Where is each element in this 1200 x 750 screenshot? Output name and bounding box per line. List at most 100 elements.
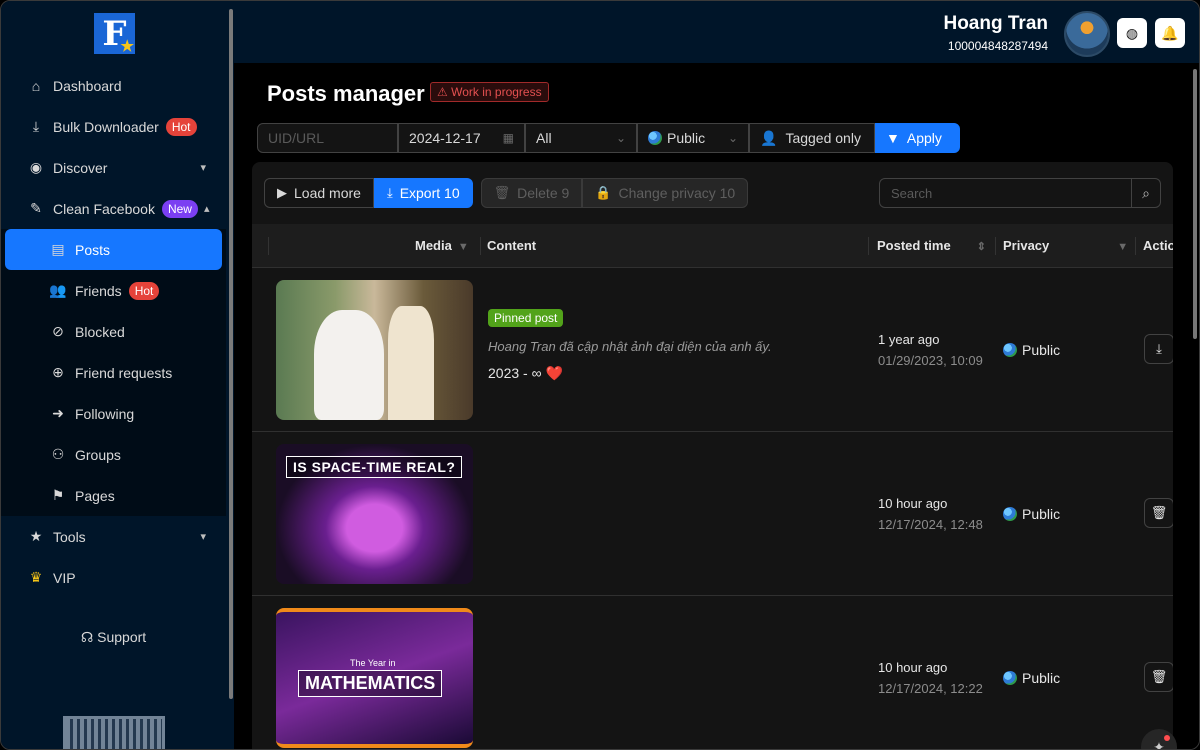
sidebar-item-label: Following <box>75 405 135 422</box>
main-scrollbar[interactable] <box>1193 69 1197 339</box>
post-text-value: 2023 - ∞ <box>488 365 542 381</box>
posted-relative: 10 hour ago <box>878 660 948 675</box>
sidebar-item-friends[interactable]: 👥 Friends Hot <box>1 270 226 311</box>
flag-icon: ⚑ <box>51 487 65 503</box>
apply-label: Apply <box>906 130 942 146</box>
change-privacy-button[interactable]: 🔒 Change privacy 10 <box>582 178 749 208</box>
pinned-badge: Pinned post <box>488 309 564 327</box>
sort-icon[interactable]: ⇕ <box>977 241 986 253</box>
broom-icon: ✎ <box>30 200 42 216</box>
export-button[interactable]: ⤓ Export 10 <box>373 178 473 208</box>
apply-button[interactable]: ▼ Apply <box>875 123 960 153</box>
post-text: 2023 - ∞ ❤️ <box>488 365 563 382</box>
sidebar-item-label: Posts <box>75 241 111 258</box>
avatar[interactable] <box>1064 11 1110 57</box>
delete-row-button[interactable]: 🗑 <box>1144 662 1173 692</box>
app-logo[interactable]: F ★ <box>94 13 135 55</box>
load-more-button[interactable]: ▶ Load more <box>264 178 374 208</box>
sidebar-item-dashboard[interactable]: ⌂ Dashboard <box>1 65 226 106</box>
post-thumbnail[interactable]: IS SPACE-TIME REAL? <box>276 444 473 584</box>
posted-relative: 1 year ago <box>878 332 940 347</box>
language-button[interactable]: ◍ <box>1117 18 1147 48</box>
posts-icon: ▤ <box>51 241 65 257</box>
globe-icon: ◍ <box>1125 24 1139 41</box>
tagged-only-toggle[interactable]: 👤 Tagged only <box>749 123 875 153</box>
type-select[interactable]: All ⌄ <box>525 123 637 153</box>
globe-icon <box>1003 343 1017 357</box>
privacy-select[interactable]: Public ⌄ <box>637 123 749 153</box>
post-caption: Hoang Tran đã cập nhật ảnh đại diện của … <box>488 339 772 354</box>
search-button[interactable]: ⌕ <box>1131 179 1160 207</box>
support-label: Support <box>97 629 147 645</box>
eye-icon: ◉ <box>29 159 43 175</box>
heart-emoji: ❤️ <box>545 365 563 381</box>
search-input[interactable]: Search ⌕ <box>879 178 1161 208</box>
delete-button[interactable]: 🗑 Delete 9 <box>480 178 583 208</box>
export-label: Export 10 <box>399 185 460 201</box>
sidebar-item-tools[interactable]: ★ Tools ▾ <box>1 516 226 557</box>
posted-absolute: 12/17/2024, 12:22 <box>878 681 983 696</box>
chevron-down-icon: ▾ <box>200 162 206 174</box>
posted-relative: 10 hour ago <box>878 496 948 511</box>
qr-code <box>63 716 165 749</box>
home-icon: ⌂ <box>31 77 41 94</box>
thumbnail-title: MATHEMATICS <box>298 670 443 697</box>
notification-dot <box>1164 735 1170 741</box>
uid-url-input[interactable]: UID/URL <box>257 123 398 153</box>
search-placeholder: Search <box>891 186 933 201</box>
delete-row-button[interactable]: 🗑 <box>1144 498 1173 528</box>
column-media-label: Media <box>415 238 452 253</box>
notifications-button[interactable]: 🔔 <box>1155 18 1185 48</box>
sidebar-item-groups[interactable]: ⚇ Groups <box>1 434 226 475</box>
post-thumbnail[interactable] <box>276 280 473 420</box>
crown-icon: ♛ <box>29 569 43 585</box>
sidebar-item-pages[interactable]: ⚑ Pages <box>1 475 226 516</box>
sidebar-item-friend-requests[interactable]: ⊕ Friend requests <box>1 352 226 393</box>
star-icon: ★ <box>29 528 43 544</box>
top-header: Hoang Tran 100004848287494 ◍ 🔔 <box>234 1 1199 63</box>
trash-icon: 🗑 <box>493 185 511 200</box>
filter-bar: UID/URL 2024-12-17 ▦ All ⌄ Public ⌄ 👤 Ta… <box>257 123 960 153</box>
posted-absolute: 01/29/2023, 10:09 <box>878 353 983 368</box>
tagged-label: Tagged only <box>785 130 861 146</box>
sidebar-item-label: Tools <box>53 528 86 545</box>
filter-icon[interactable]: ▼ <box>458 241 469 253</box>
chevron-up-icon: ▴ <box>203 203 210 215</box>
lock-icon: 🔒 <box>595 185 612 200</box>
posted-time: 10 hour ago 12/17/2024, 12:48 <box>878 496 983 532</box>
sidebar-item-discover[interactable]: ◉ Discover ▾ <box>1 147 226 188</box>
calendar-icon: ▦ <box>502 131 514 145</box>
sidebar-item-clean-facebook[interactable]: ✎ Clean Facebook New ▴ <box>1 188 226 229</box>
post-thumbnail[interactable]: The Year in MATHEMATICS <box>276 608 473 748</box>
user-tag-icon: 👤 <box>760 129 778 146</box>
column-content: Content <box>487 238 537 253</box>
sidebar-item-label: Bulk Downloader <box>53 118 159 135</box>
star-icon: ★ <box>120 37 134 55</box>
date-picker[interactable]: 2024-12-17 ▦ <box>398 123 525 153</box>
sidebar: F ★ ⌂ Dashboard ⤓ Bulk Downloader Hot ◉ … <box>1 1 234 749</box>
sidebar-item-following[interactable]: ➜ Following <box>1 393 226 434</box>
block-icon: ⊘ <box>52 323 64 339</box>
sidebar-item-label: Discover <box>53 159 108 176</box>
sidebar-item-label: Clean Facebook <box>53 200 155 217</box>
type-value: All <box>536 130 552 146</box>
sidebar-item-label: VIP <box>53 569 76 586</box>
download-button[interactable]: ⤓ <box>1144 334 1173 364</box>
chevron-down-icon: ▾ <box>200 531 206 543</box>
filter-icon[interactable]: ▼ <box>1117 241 1128 253</box>
groom-figure <box>388 306 434 420</box>
column-media[interactable]: Media ▼ <box>415 238 469 253</box>
posts-panel: ▶ Load more ⤓ Export 10 🗑 Delete 9 🔒 Cha… <box>252 162 1173 749</box>
sidebar-item-blocked[interactable]: ⊘ Blocked <box>1 311 226 352</box>
user-name: Hoang Tran <box>943 13 1048 34</box>
column-privacy[interactable]: Privacy ▼ <box>1003 238 1128 253</box>
sidebar-item-vip[interactable]: ♛ VIP <box>1 557 226 598</box>
chevron-down-icon: ⌄ <box>615 131 626 145</box>
sidebar-scrollbar[interactable] <box>229 9 233 699</box>
support-link[interactable]: ☊ Support <box>1 629 226 646</box>
sidebar-item-posts[interactable]: ▤ Posts <box>5 229 222 270</box>
play-icon: ▶ <box>277 185 287 200</box>
column-posted-time[interactable]: Posted time ⇕ <box>877 238 986 253</box>
sidebar-item-bulk-downloader[interactable]: ⤓ Bulk Downloader Hot <box>1 106 226 147</box>
friends-icon: 👥 <box>49 282 67 298</box>
